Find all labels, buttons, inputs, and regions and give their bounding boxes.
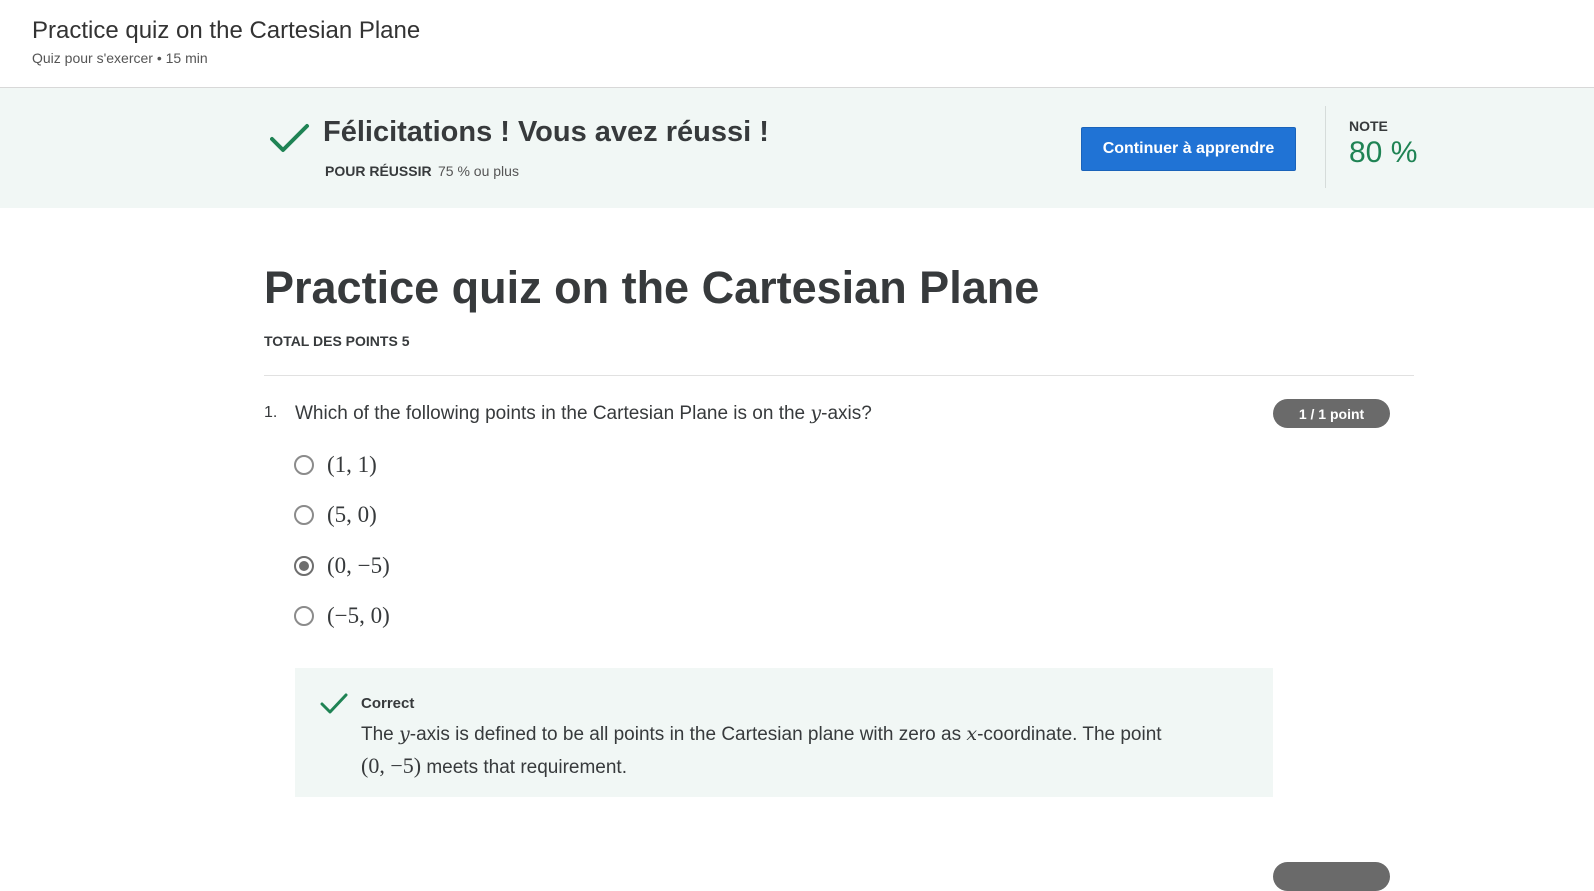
feedback-title: Correct [361, 695, 415, 712]
radio-button-selected[interactable] [294, 556, 314, 576]
answer-option[interactable]: (5, 0) [294, 500, 594, 530]
feedback-var: x [966, 723, 978, 745]
answer-option[interactable]: (1, 1) [294, 450, 594, 480]
feedback-text-part: meets that requirement. [426, 757, 627, 778]
pass-label: POUR RÉUSSIR [325, 163, 432, 179]
total-points-value: 5 [401, 333, 410, 349]
radio-button[interactable] [294, 505, 314, 525]
feedback-text-part: -axis is defined to be all points in the… [409, 724, 962, 745]
grade-value: 80 % [1349, 136, 1418, 169]
continue-learning-button[interactable]: Continuer à apprendre [1081, 127, 1296, 171]
success-title: Félicitations ! Vous avez réussi ! [323, 116, 769, 148]
feedback-point: (0, −5) [361, 753, 422, 778]
radio-button[interactable] [294, 606, 314, 626]
answer-option-selected[interactable]: (0, −5) [294, 551, 594, 581]
total-points: TOTAL DES POINTS 5 [264, 333, 410, 349]
points-badge: 1 / 1 point [1273, 399, 1390, 428]
option-label: (−5, 0) [327, 603, 390, 628]
pass-value: 75 % ou plus [438, 163, 519, 179]
banner-divider [1325, 106, 1326, 188]
question-number: 1. [264, 404, 278, 421]
feedback-text-part: The [361, 724, 394, 745]
divider [264, 375, 1414, 376]
check-icon [270, 124, 309, 152]
answer-option[interactable]: (−5, 0) [294, 601, 594, 631]
option-label: (5, 0) [327, 502, 377, 527]
feedback-var: y [399, 723, 410, 745]
next-points-badge [1273, 862, 1390, 891]
grade-label: NOTE [1349, 118, 1388, 134]
option-label: (0, −5) [327, 553, 390, 578]
question-text-before: Which of the following points in the Car… [295, 403, 806, 424]
question-text-after: -axis? [821, 403, 872, 424]
page-subtitle: Quiz pour s'exercer • 15 min [32, 50, 208, 66]
total-points-label: TOTAL DES POINTS [264, 333, 398, 349]
check-icon [320, 693, 348, 714]
feedback-text-part: -coordinate. The point [977, 724, 1162, 745]
top-bar: Practice quiz on the Cartesian Plane Qui… [0, 0, 1594, 88]
page-title: Practice quiz on the Cartesian Plane [32, 17, 421, 44]
option-label: (1, 1) [327, 452, 377, 477]
quiz-title: Practice quiz on the Cartesian Plane [264, 262, 1040, 313]
question-text: Which of the following points in the Car… [295, 402, 872, 425]
feedback-text: The y-axis is defined to be all points i… [361, 719, 1261, 783]
radio-button[interactable] [294, 455, 314, 475]
question-var: y [810, 402, 822, 424]
